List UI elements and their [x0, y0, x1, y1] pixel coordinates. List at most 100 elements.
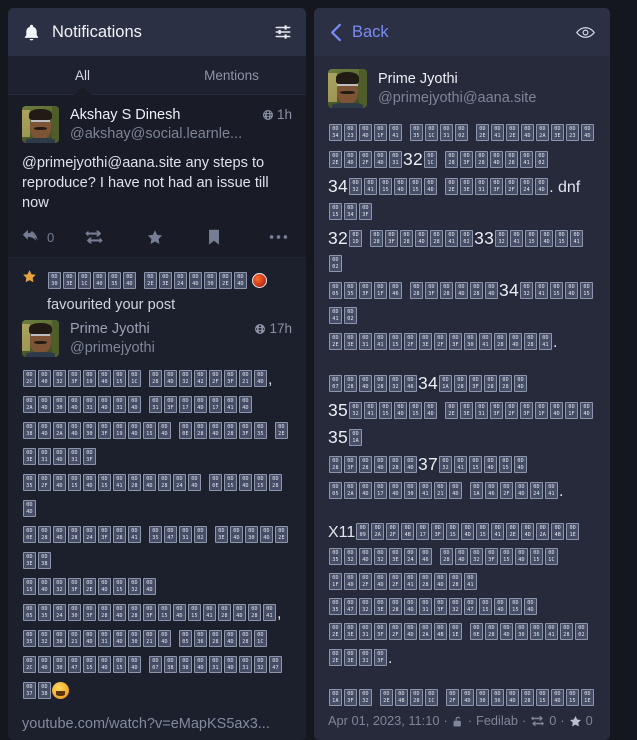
missing-glyph-box: 0D 1C — [78, 272, 91, 289]
missing-glyph-box: 0D 4D — [224, 656, 237, 673]
missing-glyph-box: 0D 17 — [179, 396, 192, 413]
chevron-left-icon — [329, 23, 343, 42]
missing-glyph-box: 0D 38 — [179, 656, 192, 673]
missing-glyph-box: 0D 1F — [374, 124, 387, 141]
missing-glyph-box: 0D 15 — [254, 474, 267, 491]
missing-glyph-box: 0D 4D — [455, 548, 468, 565]
missing-glyph-box: 0D 15 — [379, 178, 393, 195]
missing-glyph-box: 0D 4D — [38, 396, 51, 413]
missing-glyph-box: 0D 28 — [158, 474, 171, 491]
back-button[interactable]: Back — [329, 23, 389, 42]
post-body: @primejyothi@aana.site any steps to repr… — [22, 155, 269, 211]
text-line: 0D 1F 0D 4D 0D 2F 0D 4D 0D 2F 0D 41 0D 28 0D 4D 0D 28 0D 41 — [328, 571, 596, 596]
missing-glyph-box: 0D 31 — [209, 656, 222, 673]
avatar[interactable] — [22, 320, 59, 357]
star-icon — [569, 715, 582, 728]
missing-glyph-box: 0D 4D — [260, 526, 273, 543]
missing-glyph-box: 0D 47 — [164, 526, 177, 543]
bookmark-icon — [207, 229, 221, 246]
favourite-button[interactable] — [146, 229, 208, 246]
missing-glyph-box: 0D 07 — [329, 375, 342, 392]
latin-text: 37 — [418, 454, 439, 474]
missing-glyph-box: 0D 2E — [476, 124, 489, 141]
reply-button[interactable]: 0 — [22, 229, 84, 245]
missing-glyph-box: 0D 35 — [108, 272, 121, 289]
bookmark-button[interactable] — [207, 229, 269, 246]
text-line: 0D 35 0D 2F 0D 4D 0D 15 0D 4D 0D 15 0D 41 0D 28 0D 4D 0D 28… — [22, 471, 292, 523]
missing-glyph-box: 0D 28 — [419, 573, 432, 590]
missing-glyph-box: 0D 4B — [395, 689, 408, 706]
missing-glyph-box: 0D 4D — [449, 482, 462, 499]
username: @akshay@social.learnle... — [70, 126, 243, 142]
missing-glyph-box: 0D 0E — [179, 422, 192, 439]
missing-glyph-box: 0D 2F — [38, 474, 51, 491]
missing-glyph-box: 0D 3F — [68, 370, 81, 387]
missing-glyph-box: 0D 3F — [425, 282, 438, 299]
missing-glyph-box: 0D 4D — [158, 422, 171, 439]
missing-glyph-box: 0D 4D — [524, 598, 537, 615]
missing-glyph-box: 0D 31 — [475, 178, 489, 195]
missing-glyph-box: 0D 4B — [434, 623, 447, 640]
missing-glyph-box: 0D 2E — [329, 623, 342, 640]
notification-item-mention[interactable]: Akshay S Dinesh @akshay@social.learnle..… — [8, 95, 306, 258]
text-line: 0D 35 0D 32 0D 38 0D 21 0D 4D 0D 31 0D 4D 0D 30 0D 21 0D 4D… — [22, 627, 292, 653]
missing-glyph-box: 0D 4D — [374, 456, 387, 473]
missing-glyph-box: 0D 38 — [38, 552, 51, 569]
star-filled-icon — [22, 269, 37, 284]
more-button[interactable] — [269, 234, 292, 240]
missing-glyph-box: 0D 28 — [499, 375, 513, 392]
missing-glyph-box: 0D 28 — [149, 370, 162, 387]
notifications-list[interactable]: Akshay S Dinesh @akshay@social.learnle..… — [8, 95, 306, 740]
missing-glyph-box: 0D 28 — [389, 456, 402, 473]
missing-glyph-box: 0D 15 — [446, 523, 460, 540]
missing-glyph-box: 0D 28 — [400, 230, 414, 247]
missing-glyph-box: 0D 31 — [68, 448, 81, 465]
sliders-filter-icon[interactable] — [274, 23, 292, 41]
notification-item-favourite[interactable]: 0D 30 0D 3E 0D 1C 0D 40 0D 35 0D 4D 0D 2E 0D 3E 0D 24 0D 4D… — [8, 258, 306, 740]
laughing-emoji-icon — [52, 682, 69, 699]
missing-glyph-box: 0D 4D — [68, 396, 81, 413]
missing-glyph-box: 0D 28 — [68, 526, 81, 543]
missing-glyph-box: 0D 24 — [404, 548, 417, 565]
missing-glyph-box: 0D 4D — [38, 578, 51, 595]
meta-separator-3: · — [521, 713, 527, 728]
tab-mentions[interactable]: Mentions — [157, 56, 306, 94]
missing-glyph-box: 0D 3E — [23, 552, 36, 569]
missing-glyph-box: 0D 41 — [445, 230, 459, 247]
missing-glyph-box: 0D 15 — [499, 456, 513, 473]
missing-glyph-box: 0D 3E — [389, 548, 402, 565]
detail-header: Back — [314, 8, 610, 56]
missing-glyph-box: 0D 19 — [113, 422, 126, 439]
missing-glyph-box: 0D 38 — [164, 656, 177, 673]
eye-icon[interactable] — [576, 26, 595, 39]
missing-glyph-box: 0D 4D — [194, 396, 207, 413]
missing-glyph-box: 0D 4D — [540, 230, 554, 247]
missing-glyph-box: 0D 28 — [410, 282, 423, 299]
tab-all[interactable]: All — [8, 56, 157, 94]
missing-glyph-box: 0D 15 — [479, 598, 492, 615]
missing-glyph-box: 0D 3F — [460, 151, 474, 168]
missing-glyph-box: 0D 3E — [344, 623, 357, 640]
missing-glyph-box: 0D 2E — [219, 272, 232, 289]
missing-glyph-box: 0D 3F — [239, 422, 252, 439]
missing-glyph-box: 0D 28 — [475, 151, 489, 168]
missing-glyph-box: 0D 4D — [394, 178, 408, 195]
missing-glyph-box: 0D 4D — [158, 630, 171, 647]
missing-glyph-box: 0D 02 — [329, 255, 342, 272]
missing-glyph-box: 0D 15 — [113, 656, 126, 673]
missing-glyph-box: 0D 05 — [23, 604, 36, 621]
text-line: 0D 38 0D 4D 0D 2A 0D 4D 0D 30 0D 3F 0D 19 0D 4D 0D 15 0D 4D… — [22, 419, 292, 471]
post-link[interactable]: youtube.com/watch?v=eMapKS5ax3... — [22, 716, 292, 732]
paragraph: 0D 07 0D 28 0D 4D 0D 28 0D 32 0D 46 34 0D 1A 0D 28 0D 3F 0D… — [328, 371, 596, 505]
missing-glyph-box: 0D 4B — [551, 523, 565, 540]
missing-glyph-box: 0D 1C — [545, 548, 558, 565]
missing-glyph-box: 0D 41 — [404, 573, 417, 590]
missing-glyph-box: 0D 28 — [440, 548, 453, 565]
boost-button[interactable] — [84, 229, 146, 245]
missing-glyph-box: 0D 15 — [409, 402, 423, 419]
missing-glyph-box: 0D 3F — [143, 604, 156, 621]
missing-glyph-box: 0D 4D — [83, 474, 96, 491]
avatar[interactable] — [22, 106, 59, 143]
missing-glyph-box: 0D 4D — [521, 124, 534, 141]
avatar[interactable] — [328, 69, 367, 108]
